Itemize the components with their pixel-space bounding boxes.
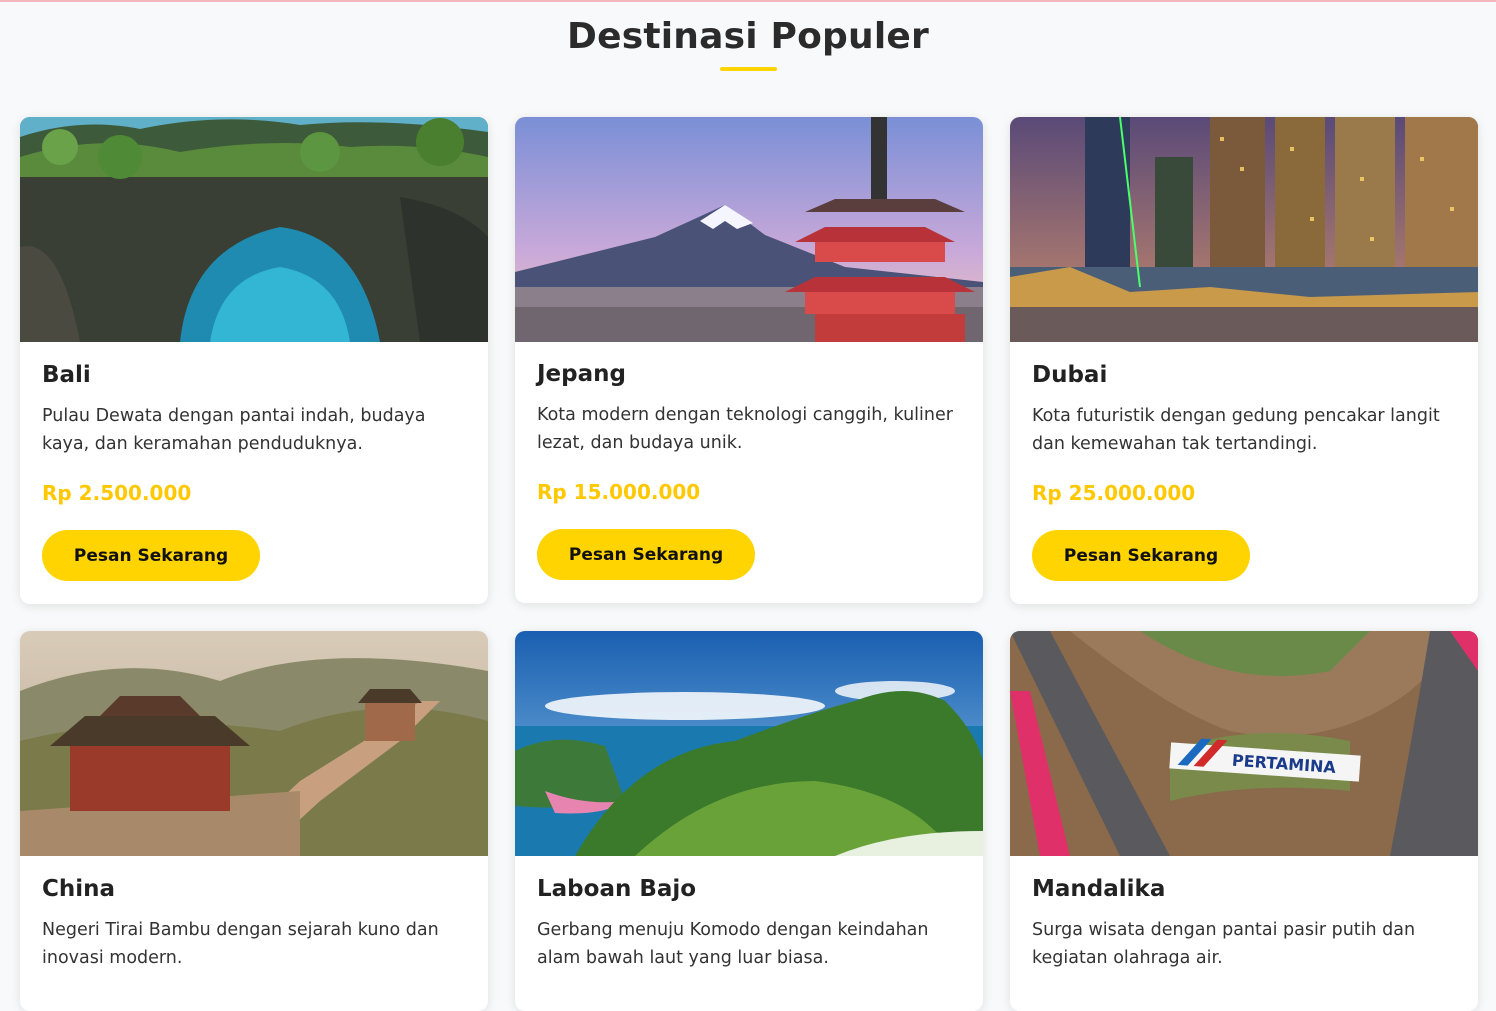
destination-description: Gerbang menuju Komodo dengan keindahan a… (537, 920, 929, 968)
destination-name: China (42, 876, 116, 902)
sea-arch-photo (20, 117, 488, 342)
destination-description: Kota futuristik dengan gedung pencakar l… (1032, 406, 1440, 454)
destination-card-bali: Bali Pulau Dewata dengan pantai indah, b… (20, 117, 488, 604)
great-wall-photo (20, 631, 488, 856)
section-title: Destinasi Populer (567, 16, 929, 57)
destination-card-mandalika: PERTAMINA Mandalika Surga wisata dengan … (1010, 631, 1478, 1011)
destination-name: Bali (42, 362, 91, 388)
title-underline (720, 67, 777, 71)
race-circuit-aerial-photo: PERTAMINA (1010, 631, 1478, 856)
destination-description: Surga wisata dengan pantai pasir putih d… (1032, 920, 1416, 968)
book-now-button[interactable]: Pesan Sekarang (1032, 530, 1250, 581)
destination-card-jepang: Jepang Kota modern dengan teknologi cang… (515, 117, 983, 603)
book-now-button[interactable]: Pesan Sekarang (537, 529, 755, 580)
destination-name: Dubai (1032, 362, 1108, 388)
destination-description: Negeri Tirai Bambu dengan sejarah kuno d… (42, 920, 439, 968)
mount-fuji-pagoda-photo (515, 117, 983, 342)
destination-price: Rp 15.000.000 (537, 480, 701, 504)
destination-name: Mandalika (1032, 876, 1166, 902)
destination-price: Rp 25.000.000 (1032, 481, 1196, 505)
top-border (0, 0, 1496, 2)
destination-description: Pulau Dewata dengan pantai indah, budaya… (42, 406, 426, 454)
destination-description: Kota modern dengan teknologi canggih, ku… (537, 405, 953, 453)
destination-price: Rp 2.500.000 (42, 481, 192, 505)
island-hills-bay-photo (515, 631, 983, 856)
destination-card-laboan-bajo: Laboan Bajo Gerbang menuju Komodo dengan… (515, 631, 983, 1011)
destination-name: Laboan Bajo (537, 876, 697, 902)
city-skyline-night-photo (1010, 117, 1478, 342)
destination-card-china: China Negeri Tirai Bambu dengan sejarah … (20, 631, 488, 1011)
destination-card-dubai: Dubai Kota futuristik dengan gedung penc… (1010, 117, 1478, 604)
destination-name: Jepang (537, 361, 626, 387)
book-now-button[interactable]: Pesan Sekarang (42, 530, 260, 581)
